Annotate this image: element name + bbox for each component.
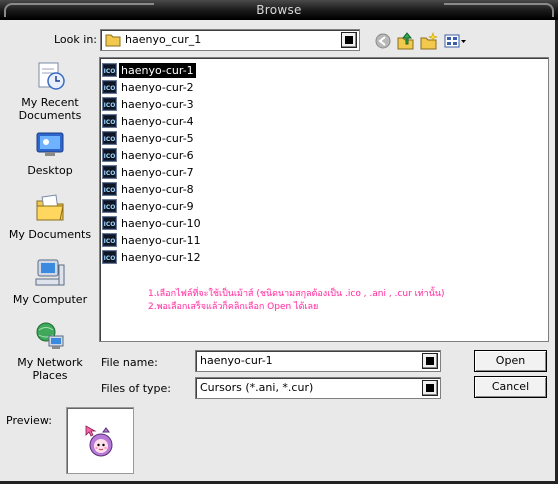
svg-text:ICO: ICO xyxy=(104,68,116,75)
desktop-icon xyxy=(4,128,96,163)
ico-file-icon: ICO xyxy=(102,165,117,179)
svg-text:ICO: ICO xyxy=(104,119,116,126)
svg-text:ICO: ICO xyxy=(104,85,116,92)
svg-text:ICO: ICO xyxy=(104,170,116,177)
file-name-input[interactable]: haenyo-cur-1 xyxy=(195,350,441,372)
title-bar[interactable]: Browse xyxy=(0,0,558,20)
ico-file-icon: ICO xyxy=(102,148,117,162)
file-item[interactable]: ICO haenyo-cur-3 xyxy=(102,96,196,112)
folder-icon xyxy=(105,33,121,50)
place-my-recent-documents[interactable]: My Recent Documents xyxy=(4,60,96,122)
file-name: haenyo-cur-11 xyxy=(121,233,201,247)
file-list[interactable]: ICO haenyo-cur-1 ICO haenyo-cur-2 ICO haeny… xyxy=(99,57,549,342)
svg-text:ICO: ICO xyxy=(104,187,116,194)
views-menu-icon[interactable] xyxy=(444,32,468,50)
svg-text:ICO: ICO xyxy=(104,102,116,109)
cancel-button[interactable]: Cancel xyxy=(474,376,547,398)
ico-file-icon: ICO xyxy=(102,250,117,264)
ico-file-icon: ICO xyxy=(102,199,117,213)
file-name: haenyo-cur-2 xyxy=(121,80,194,94)
new-folder-icon[interactable] xyxy=(419,32,439,50)
file-name-label: File name: xyxy=(101,356,158,369)
file-name: haenyo-cur-8 xyxy=(121,182,194,196)
file-name: haenyo-cur-7 xyxy=(121,165,194,179)
open-button[interactable]: Open xyxy=(474,350,547,372)
files-of-type-dropdown-button[interactable] xyxy=(422,380,438,396)
file-item[interactable]: ICO haenyo-cur-7 xyxy=(102,164,196,180)
preview-label: Preview: xyxy=(6,414,52,427)
instruction-note: 1.เลือกไฟล์ที่จะใช้เป็นเม้าส์ (ชนิดนามสก… xyxy=(148,288,445,314)
ico-file-icon: ICO xyxy=(102,216,117,230)
file-item[interactable]: ICO haenyo-cur-10 xyxy=(102,215,203,231)
place-my-computer[interactable]: My Computer xyxy=(4,257,96,306)
files-of-type-label: Files of type: xyxy=(101,382,172,395)
svg-text:ICO: ICO xyxy=(104,136,116,143)
window-title: Browse xyxy=(256,3,302,17)
svg-text:ICO: ICO xyxy=(104,238,116,245)
file-item[interactable]: ICO haenyo-cur-9 xyxy=(102,198,196,214)
file-name: haenyo-cur-3 xyxy=(121,97,194,111)
place-label: My Documents xyxy=(8,228,92,241)
up-folder-icon[interactable] xyxy=(396,32,416,50)
files-of-type-value: Cursors (*.ani, *.cur) xyxy=(200,381,314,394)
file-item[interactable]: ICO haenyo-cur-5 xyxy=(102,130,196,146)
svg-text:ICO: ICO xyxy=(104,204,116,211)
ico-file-icon: ICO xyxy=(102,114,117,128)
instruction-line-2: 2.พอเลือกเสร็จแล้วก็คลิกเลือก Open ได้เล… xyxy=(148,302,319,312)
place-label: Desktop xyxy=(27,164,73,177)
ico-file-icon: ICO xyxy=(102,80,117,94)
my-documents-icon xyxy=(4,192,96,227)
svg-text:ICO: ICO xyxy=(104,255,116,262)
my-computer-icon xyxy=(4,257,96,292)
back-icon[interactable] xyxy=(374,32,394,50)
look-in-label: Look in: xyxy=(54,33,97,46)
file-name: haenyo-cur-5 xyxy=(121,131,194,145)
cursor-preview-icon xyxy=(83,424,119,463)
place-label: My Recent Documents xyxy=(18,96,82,122)
network-places-icon xyxy=(4,320,96,355)
ico-file-icon: ICO xyxy=(102,131,117,145)
file-name: haenyo-cur-1 xyxy=(119,62,196,78)
file-name: haenyo-cur-10 xyxy=(121,216,201,230)
file-item[interactable]: ICO haenyo-cur-4 xyxy=(102,113,196,129)
file-item[interactable]: ICO haenyo-cur-2 xyxy=(102,79,196,95)
place-my-network-places[interactable]: My Network Places xyxy=(4,320,96,382)
look-in-dropdown[interactable]: haenyo_cur_1 xyxy=(100,29,360,51)
instruction-line-1: 1.เลือกไฟล์ที่จะใช้เป็นเม้าส์ (ชนิดนามสก… xyxy=(148,289,445,299)
place-desktop[interactable]: Desktop xyxy=(4,128,96,177)
file-item[interactable]: ICO haenyo-cur-8 xyxy=(102,181,196,197)
place-label: My Network Places xyxy=(17,356,83,382)
ico-file-icon: ICO xyxy=(102,63,117,77)
svg-text:ICO: ICO xyxy=(104,153,116,160)
file-name: haenyo-cur-4 xyxy=(121,114,194,128)
ico-file-icon: ICO xyxy=(102,97,117,111)
file-item[interactable]: ICO haenyo-cur-6 xyxy=(102,147,196,163)
look-in-value: haenyo_cur_1 xyxy=(125,33,202,46)
files-of-type-dropdown[interactable]: Cursors (*.ani, *.cur) xyxy=(195,377,441,399)
file-item[interactable]: ICO haenyo-cur-1 xyxy=(102,62,196,78)
look-in-dropdown-button[interactable] xyxy=(341,32,357,48)
file-name: haenyo-cur-6 xyxy=(121,148,194,162)
file-item[interactable]: ICO haenyo-cur-12 xyxy=(102,249,203,265)
file-name: haenyo-cur-9 xyxy=(121,199,194,213)
svg-text:ICO: ICO xyxy=(104,221,116,228)
place-my-documents[interactable]: My Documents xyxy=(4,192,96,241)
recent-documents-icon xyxy=(4,60,96,95)
file-name-dropdown-button[interactable] xyxy=(422,353,438,369)
file-name: haenyo-cur-12 xyxy=(121,250,201,264)
preview-pane xyxy=(66,407,134,474)
file-item[interactable]: ICO haenyo-cur-11 xyxy=(102,232,203,248)
ico-file-icon: ICO xyxy=(102,182,117,196)
place-label: My Computer xyxy=(12,293,88,306)
ico-file-icon: ICO xyxy=(102,233,117,247)
file-name-value: haenyo-cur-1 xyxy=(200,354,273,367)
